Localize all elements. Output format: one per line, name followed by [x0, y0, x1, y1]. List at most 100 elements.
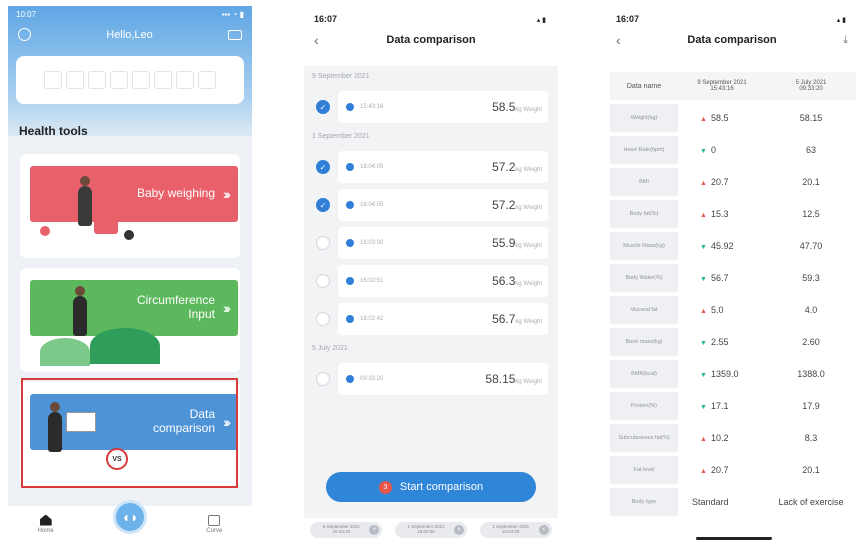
chip-text: 1 September 2021 16:04:05 — [492, 524, 529, 535]
record-list: 9 September 2021 ✓ 15:43:16 58.5kg Weight 1 … — [304, 66, 558, 542]
grid-icon — [88, 71, 106, 89]
start-comparison-button[interactable]: 3 Start comparison — [326, 472, 536, 502]
weight-unit: kg Weight — [515, 205, 542, 211]
grid-icon — [198, 71, 216, 89]
tab-curve[interactable]: Curve — [206, 514, 222, 534]
value-col2: 4.0 — [804, 305, 818, 315]
remove-chip-icon[interactable]: × — [538, 525, 549, 535]
tab-home[interactable]: Home — [37, 514, 54, 534]
back-icon[interactable]: ‹ — [616, 32, 636, 48]
remove-chip-icon[interactable]: × — [453, 525, 464, 535]
greeting: Hello,Leo — [106, 28, 153, 41]
download-icon[interactable]: ⤓ — [828, 34, 848, 47]
header-col2: 5 July 2021 09:33:20 — [766, 72, 856, 100]
comparison-result-screen: 16:07 ▴ ▮ ‹ Data comparison ⤓ Data name … — [606, 6, 858, 542]
value-col2: 47.70 — [799, 241, 823, 251]
measure-button[interactable]: ◖◗ — [112, 500, 147, 534]
settings-icon[interactable] — [18, 28, 31, 41]
tool-label: Circumference Input — [136, 293, 215, 321]
trend-up-icon: ▲ — [700, 468, 707, 475]
unchecked-icon[interactable] — [316, 312, 330, 326]
col1-time: 15:43:16 — [710, 86, 734, 92]
checked-icon[interactable]: ✓ — [316, 160, 330, 174]
record-card[interactable]: 16:04:05 57.2kg Weight — [338, 151, 548, 183]
checked-icon[interactable]: ✓ — [316, 100, 330, 114]
record-card[interactable]: 09:33:20 58.15kg Weight — [338, 363, 548, 395]
home-screen: 10:07 ▪▪▪ ◔ ▮ Hello,Leo Health tools Bab… — [8, 6, 252, 542]
table-row: Weight(kg) ▲ 58.5 58.15 — [610, 104, 856, 132]
trend-down-icon: ▼ — [700, 276, 707, 283]
metric-name: Visceral fat — [610, 296, 678, 324]
selected-chip[interactable]: 1 September 2021 16:04:05 × — [394, 522, 467, 538]
toy-icon — [40, 226, 50, 236]
record-card[interactable]: 15:43:16 58.5kg Weight — [338, 91, 548, 123]
record-weight: 58.5kg Weight — [492, 100, 548, 114]
page-title: Data comparison — [687, 34, 777, 46]
trend-down-icon: ▼ — [700, 244, 707, 251]
trend-up-icon: ▲ — [700, 212, 707, 219]
unchecked-icon[interactable] — [316, 236, 330, 250]
date-group-header: 1 September 2021 — [312, 133, 370, 140]
value-col2: 20.1 — [802, 465, 820, 475]
value-col1: ▼ 45.92 — [678, 232, 766, 260]
value-col2: 12.5 — [802, 209, 820, 219]
record-row[interactable]: 16:02:42 56.7kg Weight — [304, 300, 558, 338]
footprint-icon: ◖◗ — [121, 509, 139, 525]
table-row: Heart Rate(bpm) ▼ 0 63 — [610, 136, 856, 164]
start-comparison-label: Start comparison — [399, 481, 484, 493]
value-col1: Standard — [678, 488, 766, 516]
record-card[interactable]: 16:04:05 57.2kg Weight — [338, 189, 548, 221]
record-card[interactable]: 16:02:42 56.7kg Weight — [338, 303, 548, 335]
comparison-table: Data name 9 September 2021 15:43:16 5 Jul… — [610, 68, 856, 520]
unchecked-icon[interactable] — [316, 274, 330, 288]
selected-chip[interactable]: 9 September 2021 15:43:16 × — [310, 522, 383, 538]
trend-down-icon: ▼ — [700, 372, 707, 379]
record-row[interactable]: 09:33:20 58.15kg Weight — [304, 360, 558, 398]
remove-chip-icon[interactable]: × — [369, 525, 380, 535]
record-weight: 55.9kg Weight — [492, 236, 548, 250]
weight-unit: kg Weight — [515, 281, 542, 287]
record-row[interactable]: 16:03:30 55.9kg Weight — [304, 224, 558, 262]
unchecked-icon[interactable] — [316, 372, 330, 386]
weight-unit: kg Weight — [515, 243, 542, 249]
section-title: Health tools — [19, 124, 88, 138]
chip-time: 15:43:16 — [332, 529, 351, 534]
selection-highlight — [21, 378, 238, 488]
record-time: 16:02:51 — [360, 278, 384, 284]
weight-unit: kg Weight — [515, 107, 542, 113]
value-col1-text: 17.1 — [710, 401, 729, 411]
value-col1-text: 2.55 — [710, 337, 729, 347]
value-col1-text: 15.3 — [710, 209, 729, 219]
tab-home-label: Home — [37, 527, 54, 534]
back-icon[interactable]: ‹ — [314, 32, 334, 48]
tool-baby-weighing[interactable]: Baby weighing ››› — [20, 154, 240, 258]
grid-icon — [154, 71, 172, 89]
header-data-name: Data name — [610, 72, 678, 100]
tool-label: Baby weighing — [136, 186, 215, 201]
grid-icon — [110, 71, 128, 89]
value-col1-text: 45.92 — [710, 241, 734, 251]
record-row[interactable]: ✓ 16:04:05 57.2kg Weight — [304, 148, 558, 186]
record-card[interactable]: 16:03:30 55.9kg Weight — [338, 227, 548, 259]
record-card[interactable]: 16:02:51 56.3kg Weight — [338, 265, 548, 297]
record-row[interactable]: 16:02:51 56.3kg Weight — [304, 262, 558, 300]
selected-chip[interactable]: 1 September 2021 16:04:05 × — [479, 522, 552, 538]
record-time: 15:43:16 — [360, 104, 384, 110]
selected-count-badge: 3 — [378, 480, 392, 494]
trend-down-icon: ▼ — [700, 404, 707, 411]
record-row[interactable]: ✓ 16:04:05 57.2kg Weight — [304, 186, 558, 224]
mail-icon[interactable] — [227, 29, 242, 40]
stroller-icon — [94, 204, 118, 234]
tool-circumference[interactable]: Circumference Input ››› — [20, 268, 240, 372]
value-col1: ▲ 5.0 — [678, 296, 766, 324]
device-card[interactable] — [16, 56, 244, 104]
grid-icon — [176, 71, 194, 89]
value-col1: ▼ 56.7 — [678, 264, 766, 292]
checked-icon[interactable]: ✓ — [316, 198, 330, 212]
value-col2: 58.15 — [799, 113, 823, 123]
weight-unit: kg Weight — [515, 167, 542, 173]
weight-value: 57.2 — [492, 160, 516, 174]
record-time: 16:04:05 — [360, 202, 384, 208]
metric-name: Protein(%) — [610, 392, 678, 420]
record-row[interactable]: ✓ 15:43:16 58.5kg Weight — [304, 88, 558, 126]
